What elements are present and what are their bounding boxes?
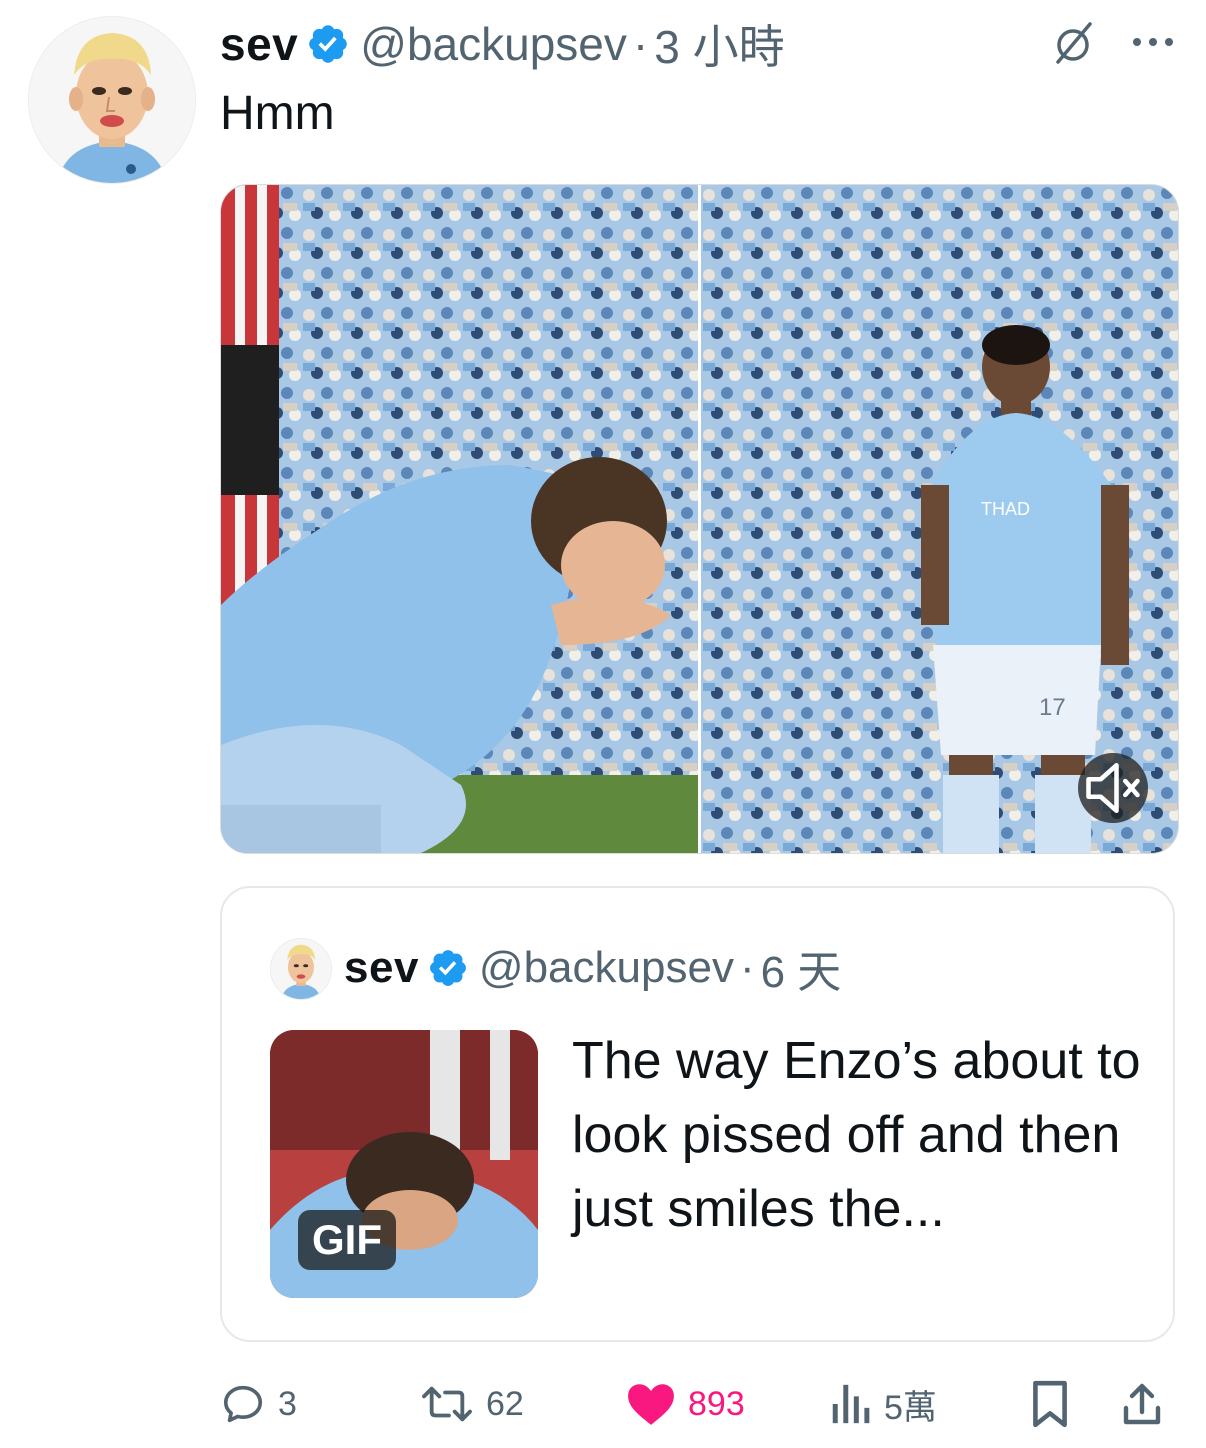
- reply-icon: [223, 1385, 263, 1423]
- share-button[interactable]: [1120, 1374, 1176, 1434]
- repost-button[interactable]: 62: [420, 1374, 524, 1434]
- mute-icon: [1086, 762, 1140, 814]
- grok-icon[interactable]: [1050, 20, 1096, 66]
- reply-button[interactable]: 3: [220, 1374, 297, 1434]
- author-avatar[interactable]: [28, 16, 196, 184]
- bookmark-button[interactable]: [1028, 1374, 1084, 1434]
- jersey-sponsor: THAD: [981, 499, 1030, 519]
- views-icon: [832, 1384, 870, 1424]
- more-icon[interactable]: [1130, 34, 1176, 50]
- reply-count: 3: [278, 1384, 297, 1423]
- action-bar: 3 62 893 5萬: [220, 1374, 1180, 1434]
- repost-icon: [422, 1386, 472, 1422]
- like-count: 893: [688, 1384, 745, 1423]
- tweet-text: Hmm: [220, 87, 335, 140]
- quoted-author-avatar[interactable]: [270, 938, 332, 1000]
- author-name[interactable]: sev: [220, 17, 298, 71]
- views-count: 5萬: [884, 1388, 937, 1427]
- quoted-header: sev @backupsev · 6 天: [344, 940, 841, 997]
- quoted-text: The way Enzo’s about to look pissed off …: [572, 1032, 1141, 1238]
- like-button[interactable]: 893: [626, 1374, 745, 1434]
- separator: ·: [739, 943, 755, 992]
- verified-icon: [429, 950, 466, 986]
- share-icon: [1123, 1383, 1161, 1425]
- quoted-timestamp[interactable]: 6 天: [761, 936, 842, 1000]
- verified-icon: [309, 25, 348, 63]
- views-button[interactable]: 5萬: [828, 1374, 937, 1434]
- quoted-author-name[interactable]: sev: [344, 943, 419, 993]
- mute-button[interactable]: [1078, 753, 1148, 823]
- quoted-author-handle[interactable]: @backupsev: [479, 943, 734, 993]
- author-handle[interactable]: @backupsev: [360, 17, 627, 71]
- tweet-video[interactable]: THAD 17: [220, 184, 1179, 854]
- repost-count: 62: [486, 1384, 524, 1423]
- bookmark-icon: [1033, 1380, 1067, 1428]
- quoted-tweet[interactable]: sev @backupsev · 6 天 GIF The way Enzo’s …: [220, 886, 1175, 1342]
- quoted-gif-thumbnail[interactable]: GIF: [270, 1030, 538, 1298]
- like-icon: [628, 1384, 674, 1425]
- tweet-header: sev @backupsev · 3 小時: [220, 14, 785, 74]
- timestamp[interactable]: 3 小時: [654, 11, 784, 77]
- separator: ·: [632, 18, 649, 70]
- jersey-number: 17: [1039, 694, 1066, 721]
- gif-badge: GIF: [298, 1210, 396, 1270]
